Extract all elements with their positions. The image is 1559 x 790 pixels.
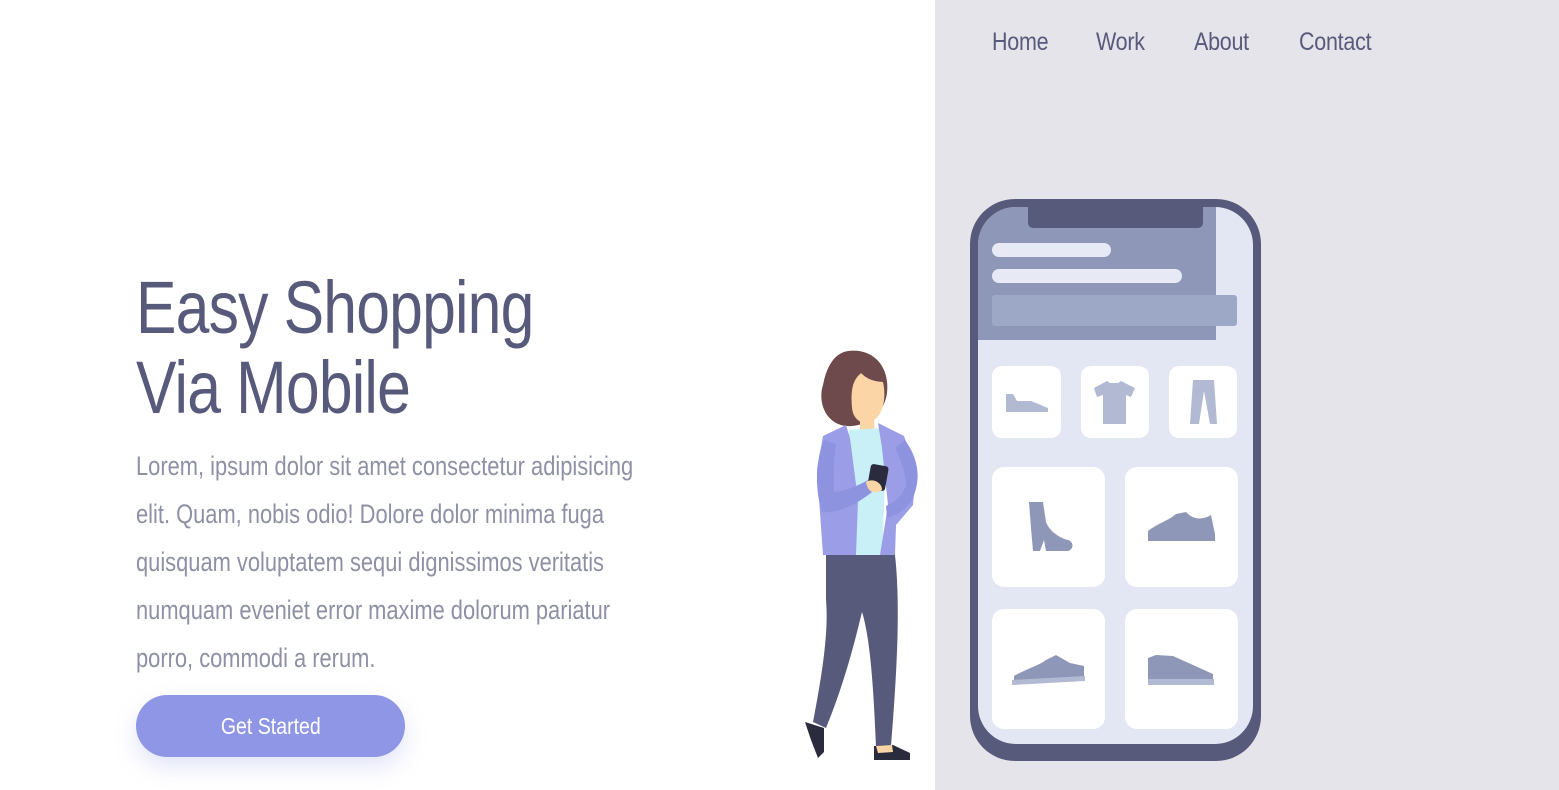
nav-link-about[interactable]: About: [1194, 28, 1249, 57]
hero-description: Lorem, ipsum dolor sit amet consectetur …: [136, 451, 634, 673]
hero-title-line-1: Easy Shopping: [136, 266, 534, 349]
hero-title-line-2: Via Mobile: [136, 346, 411, 429]
nav-link-work[interactable]: Work: [1096, 28, 1145, 57]
get-started-button[interactable]: Get Started: [136, 695, 405, 757]
nav-link-home[interactable]: Home: [992, 28, 1049, 57]
nav-link-contact[interactable]: Contact: [1299, 28, 1372, 57]
right-panel-background: [935, 0, 1559, 790]
woman-illustration: [805, 350, 918, 760]
get-started-label: Get Started: [220, 712, 321, 739]
hero-title: Easy Shopping Via Mobile: [136, 268, 534, 428]
